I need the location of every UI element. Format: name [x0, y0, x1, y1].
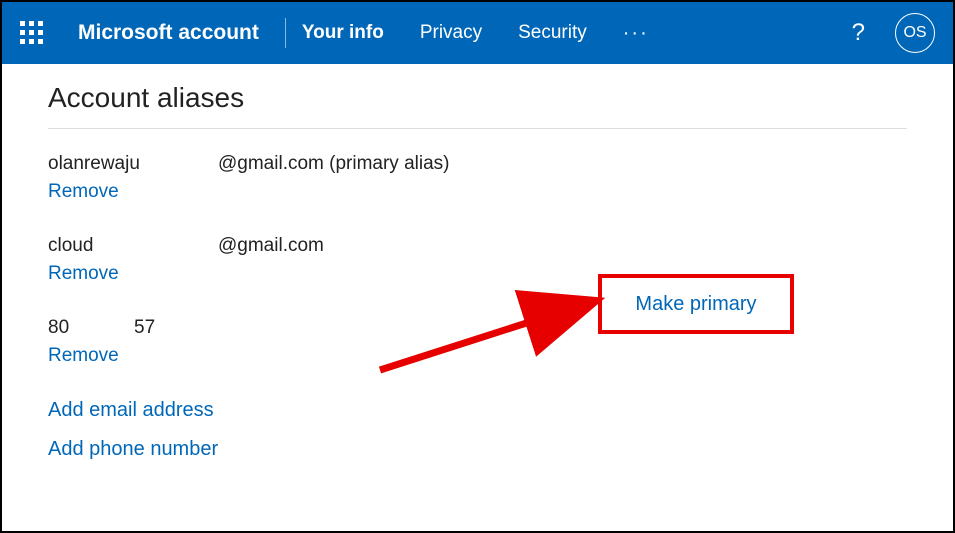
remove-phone-link[interactable]: Remove — [48, 345, 119, 367]
content-area: Account aliases olanrewaju @gmail.com (p… — [2, 64, 953, 461]
alias-name: olanrewaju — [48, 153, 218, 175]
divider — [285, 18, 286, 48]
make-primary-link[interactable]: Make primary — [635, 293, 756, 316]
header-bar: Microsoft account Your info Privacy Secu… — [2, 2, 953, 64]
nav-more-icon[interactable]: ··· — [623, 22, 649, 45]
add-links: Add email address Add phone number — [48, 399, 907, 461]
phone-part-a: 80 — [48, 317, 134, 339]
nav-your-info[interactable]: Your info — [302, 22, 384, 44]
remove-alias-link[interactable]: Remove — [48, 263, 119, 285]
page-title: Account aliases — [48, 82, 907, 114]
top-nav: Your info Privacy Security — [302, 22, 587, 44]
remove-alias-link[interactable]: Remove — [48, 181, 119, 203]
alias-domain: @gmail.com — [218, 235, 324, 257]
alias-name: cloud — [48, 235, 218, 257]
app-launcher-icon[interactable] — [20, 21, 44, 45]
nav-privacy[interactable]: Privacy — [420, 22, 482, 44]
alias-row: olanrewaju @gmail.com (primary alias) Re… — [48, 153, 907, 203]
brand-link[interactable]: Microsoft account — [78, 21, 285, 45]
help-icon[interactable]: ? — [852, 19, 865, 47]
divider-line — [48, 128, 907, 129]
nav-security[interactable]: Security — [518, 22, 587, 44]
add-phone-link[interactable]: Add phone number — [48, 438, 907, 461]
highlight-box: Make primary — [598, 274, 794, 334]
phone-part-b: 57 — [134, 317, 155, 339]
add-email-link[interactable]: Add email address — [48, 399, 907, 422]
alias-domain: @gmail.com (primary alias) — [218, 153, 450, 175]
avatar[interactable]: OS — [895, 13, 935, 53]
